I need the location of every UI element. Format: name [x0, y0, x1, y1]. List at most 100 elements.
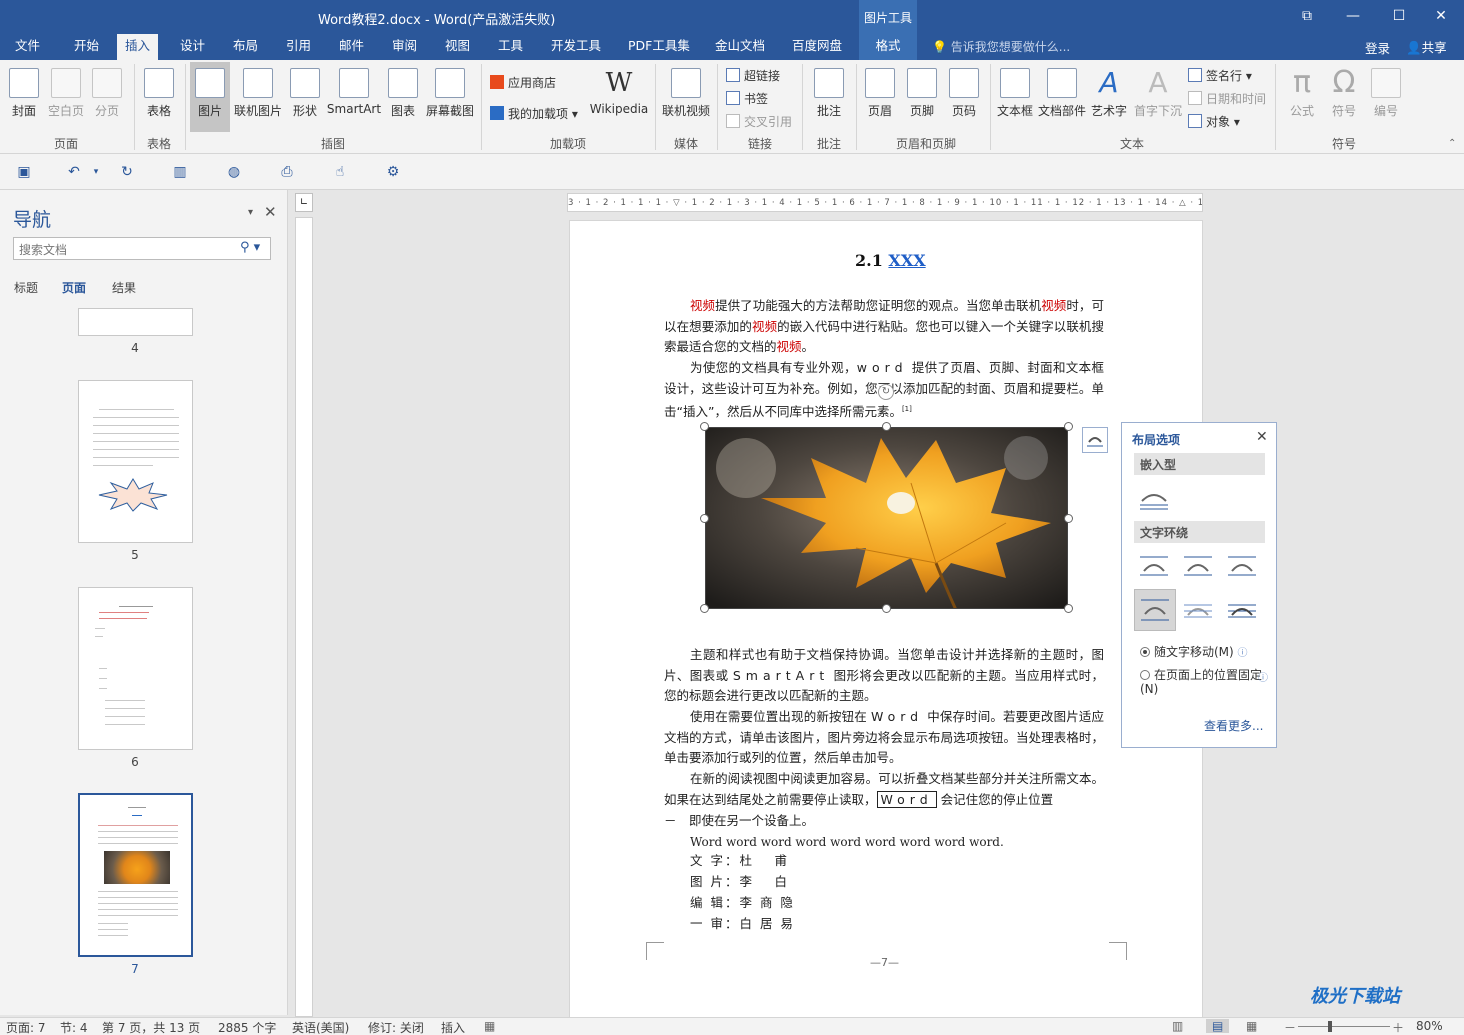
comment-button[interactable]: 批注	[808, 62, 850, 119]
minimize-button[interactable]: —	[1330, 0, 1376, 34]
heading-link[interactable]: XXX	[888, 251, 925, 270]
zoom-out-icon[interactable]: －	[1284, 1019, 1296, 1035]
close-button[interactable]: ✕	[1418, 0, 1464, 34]
tab-format[interactable]: 格式	[859, 34, 917, 60]
status-words[interactable]: 2885 个字	[218, 1019, 276, 1035]
date-time-button[interactable]: 日期和时间	[1188, 90, 1266, 107]
screenshot-button[interactable]: 屏幕截图	[424, 62, 476, 119]
resize-handle[interactable]	[700, 514, 709, 523]
zoom-level[interactable]: 80%	[1416, 1019, 1443, 1033]
tab-kingsoft-docs[interactable]: 金山文档	[707, 34, 773, 60]
object-button[interactable]: 对象 ▾	[1188, 113, 1240, 130]
nav-tab-headings[interactable]: 标题	[14, 279, 38, 296]
quick-parts-button[interactable]: 文档部件	[1037, 62, 1087, 119]
resize-handle[interactable]	[700, 604, 709, 613]
smartart-button[interactable]: SmartArt	[326, 62, 382, 116]
see-more-link[interactable]: 查看更多...	[1204, 717, 1263, 734]
redo-icon[interactable]: ↻	[119, 164, 135, 180]
resize-handle[interactable]	[1064, 422, 1073, 431]
touch-mode-icon[interactable]: ☝	[332, 164, 348, 180]
textbox-button[interactable]: 文本框	[995, 62, 1035, 119]
tab-developer[interactable]: 开发工具	[543, 34, 609, 60]
customize-qat-icon[interactable]: ⚙	[385, 164, 401, 180]
read-mode-view-icon[interactable]: ▥	[1172, 1019, 1183, 1033]
save-icon[interactable]: ▣	[16, 164, 32, 180]
status-section[interactable]: 节: 4	[60, 1019, 88, 1035]
leaf-photo[interactable]	[705, 427, 1068, 609]
chart-button[interactable]: 图表	[386, 62, 420, 119]
wrap-square-icon[interactable]	[1138, 553, 1170, 579]
header-button[interactable]: 页眉	[862, 62, 898, 119]
equation-button[interactable]: π 公式	[1282, 62, 1322, 119]
wikipedia-button[interactable]: W Wikipedia	[588, 62, 650, 116]
page-thumbnail-6[interactable]	[78, 587, 193, 750]
tab-view[interactable]: 视图	[437, 34, 478, 60]
page-thumbnail-5[interactable]	[78, 380, 193, 543]
status-insert-mode[interactable]: 插入	[441, 1019, 465, 1035]
share-button[interactable]: 👤共享	[1406, 37, 1447, 56]
tab-references[interactable]: 引用	[278, 34, 319, 60]
horizontal-ruler[interactable]: 3 · 1 · 2 · 1 · 1 · 1 · ▽ · 1 · 2 · 1 · …	[567, 193, 1203, 212]
nav-search-input[interactable]: 搜索文档	[13, 237, 271, 260]
cross-reference-button[interactable]: 交叉引用	[726, 113, 792, 130]
page-thumbnail-7[interactable]	[78, 793, 193, 957]
footer-button[interactable]: 页脚	[904, 62, 940, 119]
resize-handle[interactable]	[1064, 514, 1073, 523]
zoom-slider[interactable]	[1298, 1026, 1390, 1027]
status-language[interactable]: 英语(美国)	[292, 1019, 349, 1035]
tab-file[interactable]: 文件	[7, 34, 48, 60]
table-button[interactable]: 表格	[140, 62, 178, 119]
resize-handle[interactable]	[882, 604, 891, 613]
tab-layout[interactable]: 布局	[225, 34, 266, 60]
restore-window-icon[interactable]: ⧉	[1284, 0, 1330, 34]
rotate-handle-icon[interactable]: ↻	[878, 384, 894, 400]
shapes-button[interactable]: 形状	[288, 62, 322, 119]
info-icon[interactable]: ⓘ	[1258, 669, 1268, 684]
tab-review[interactable]: 审阅	[384, 34, 425, 60]
blank-page-button[interactable]: 空白页	[46, 62, 86, 119]
resize-handle[interactable]	[1064, 604, 1073, 613]
nav-options-icon[interactable]: ▾	[248, 207, 253, 218]
wrap-in-front-icon[interactable]	[1226, 597, 1258, 623]
status-page[interactable]: 页面: 7	[6, 1019, 46, 1035]
info-icon[interactable]: ⓘ	[1238, 648, 1248, 659]
fix-position-radio[interactable]: 在页面上的位置固定(N)	[1140, 668, 1270, 696]
page-break-button[interactable]: 分页	[90, 62, 124, 119]
wrap-tight-icon[interactable]	[1182, 553, 1214, 579]
store-button[interactable]: 应用商店	[490, 74, 556, 91]
page-thumbnail-4[interactable]	[78, 308, 193, 336]
nav-tab-results[interactable]: 结果	[112, 279, 136, 296]
tab-design[interactable]: 设计	[172, 34, 213, 60]
undo-icon[interactable]: ↶	[66, 164, 82, 180]
signature-line-button[interactable]: 签名行 ▾	[1188, 67, 1252, 84]
wrap-behind-text-icon[interactable]	[1182, 597, 1214, 623]
page-number-button[interactable]: 页码	[946, 62, 982, 119]
print-layout-view-icon[interactable]: ▤	[1206, 1019, 1230, 1033]
drop-cap-button[interactable]: A 首字下沉	[1133, 62, 1183, 119]
tab-insert[interactable]: 插入	[117, 34, 159, 60]
undo-dropdown-icon[interactable]: ▾	[88, 164, 104, 180]
online-picture-button[interactable]: 联机图片	[232, 62, 284, 119]
wordart-button[interactable]: A 艺术字	[1089, 62, 1129, 119]
tab-home[interactable]: 开始	[66, 34, 107, 60]
online-video-button[interactable]: 联机视频	[660, 62, 712, 119]
resize-handle[interactable]	[882, 422, 891, 431]
wrap-top-bottom-icon[interactable]	[1134, 589, 1176, 631]
collapse-ribbon-icon[interactable]: ⌃	[1448, 138, 1456, 149]
tell-me-search[interactable]: 💡 告诉我您想要做什么...	[932, 38, 1070, 55]
tab-tools[interactable]: 工具	[490, 34, 531, 60]
tab-baidu-pan[interactable]: 百度网盘	[784, 34, 850, 60]
print-preview-icon[interactable]: ⎙	[279, 164, 295, 180]
layout-options-button[interactable]	[1082, 427, 1108, 453]
my-addins-button[interactable]: 我的加载项 ▾	[490, 105, 578, 122]
maximize-button[interactable]: ☐	[1376, 0, 1422, 34]
resize-handle[interactable]	[700, 422, 709, 431]
tab-pdf[interactable]: PDF工具集	[620, 34, 698, 60]
status-track-changes[interactable]: 修订: 关闭	[368, 1019, 424, 1035]
footnote-ref[interactable]: [1]	[902, 405, 912, 413]
nav-tab-pages[interactable]: 页面	[62, 279, 86, 296]
read-mode-icon[interactable]: ▥	[172, 164, 188, 180]
picture-button[interactable]: 图片	[190, 62, 230, 132]
web-layout-icon[interactable]: ◍	[226, 164, 242, 180]
wrap-through-icon[interactable]	[1226, 553, 1258, 579]
